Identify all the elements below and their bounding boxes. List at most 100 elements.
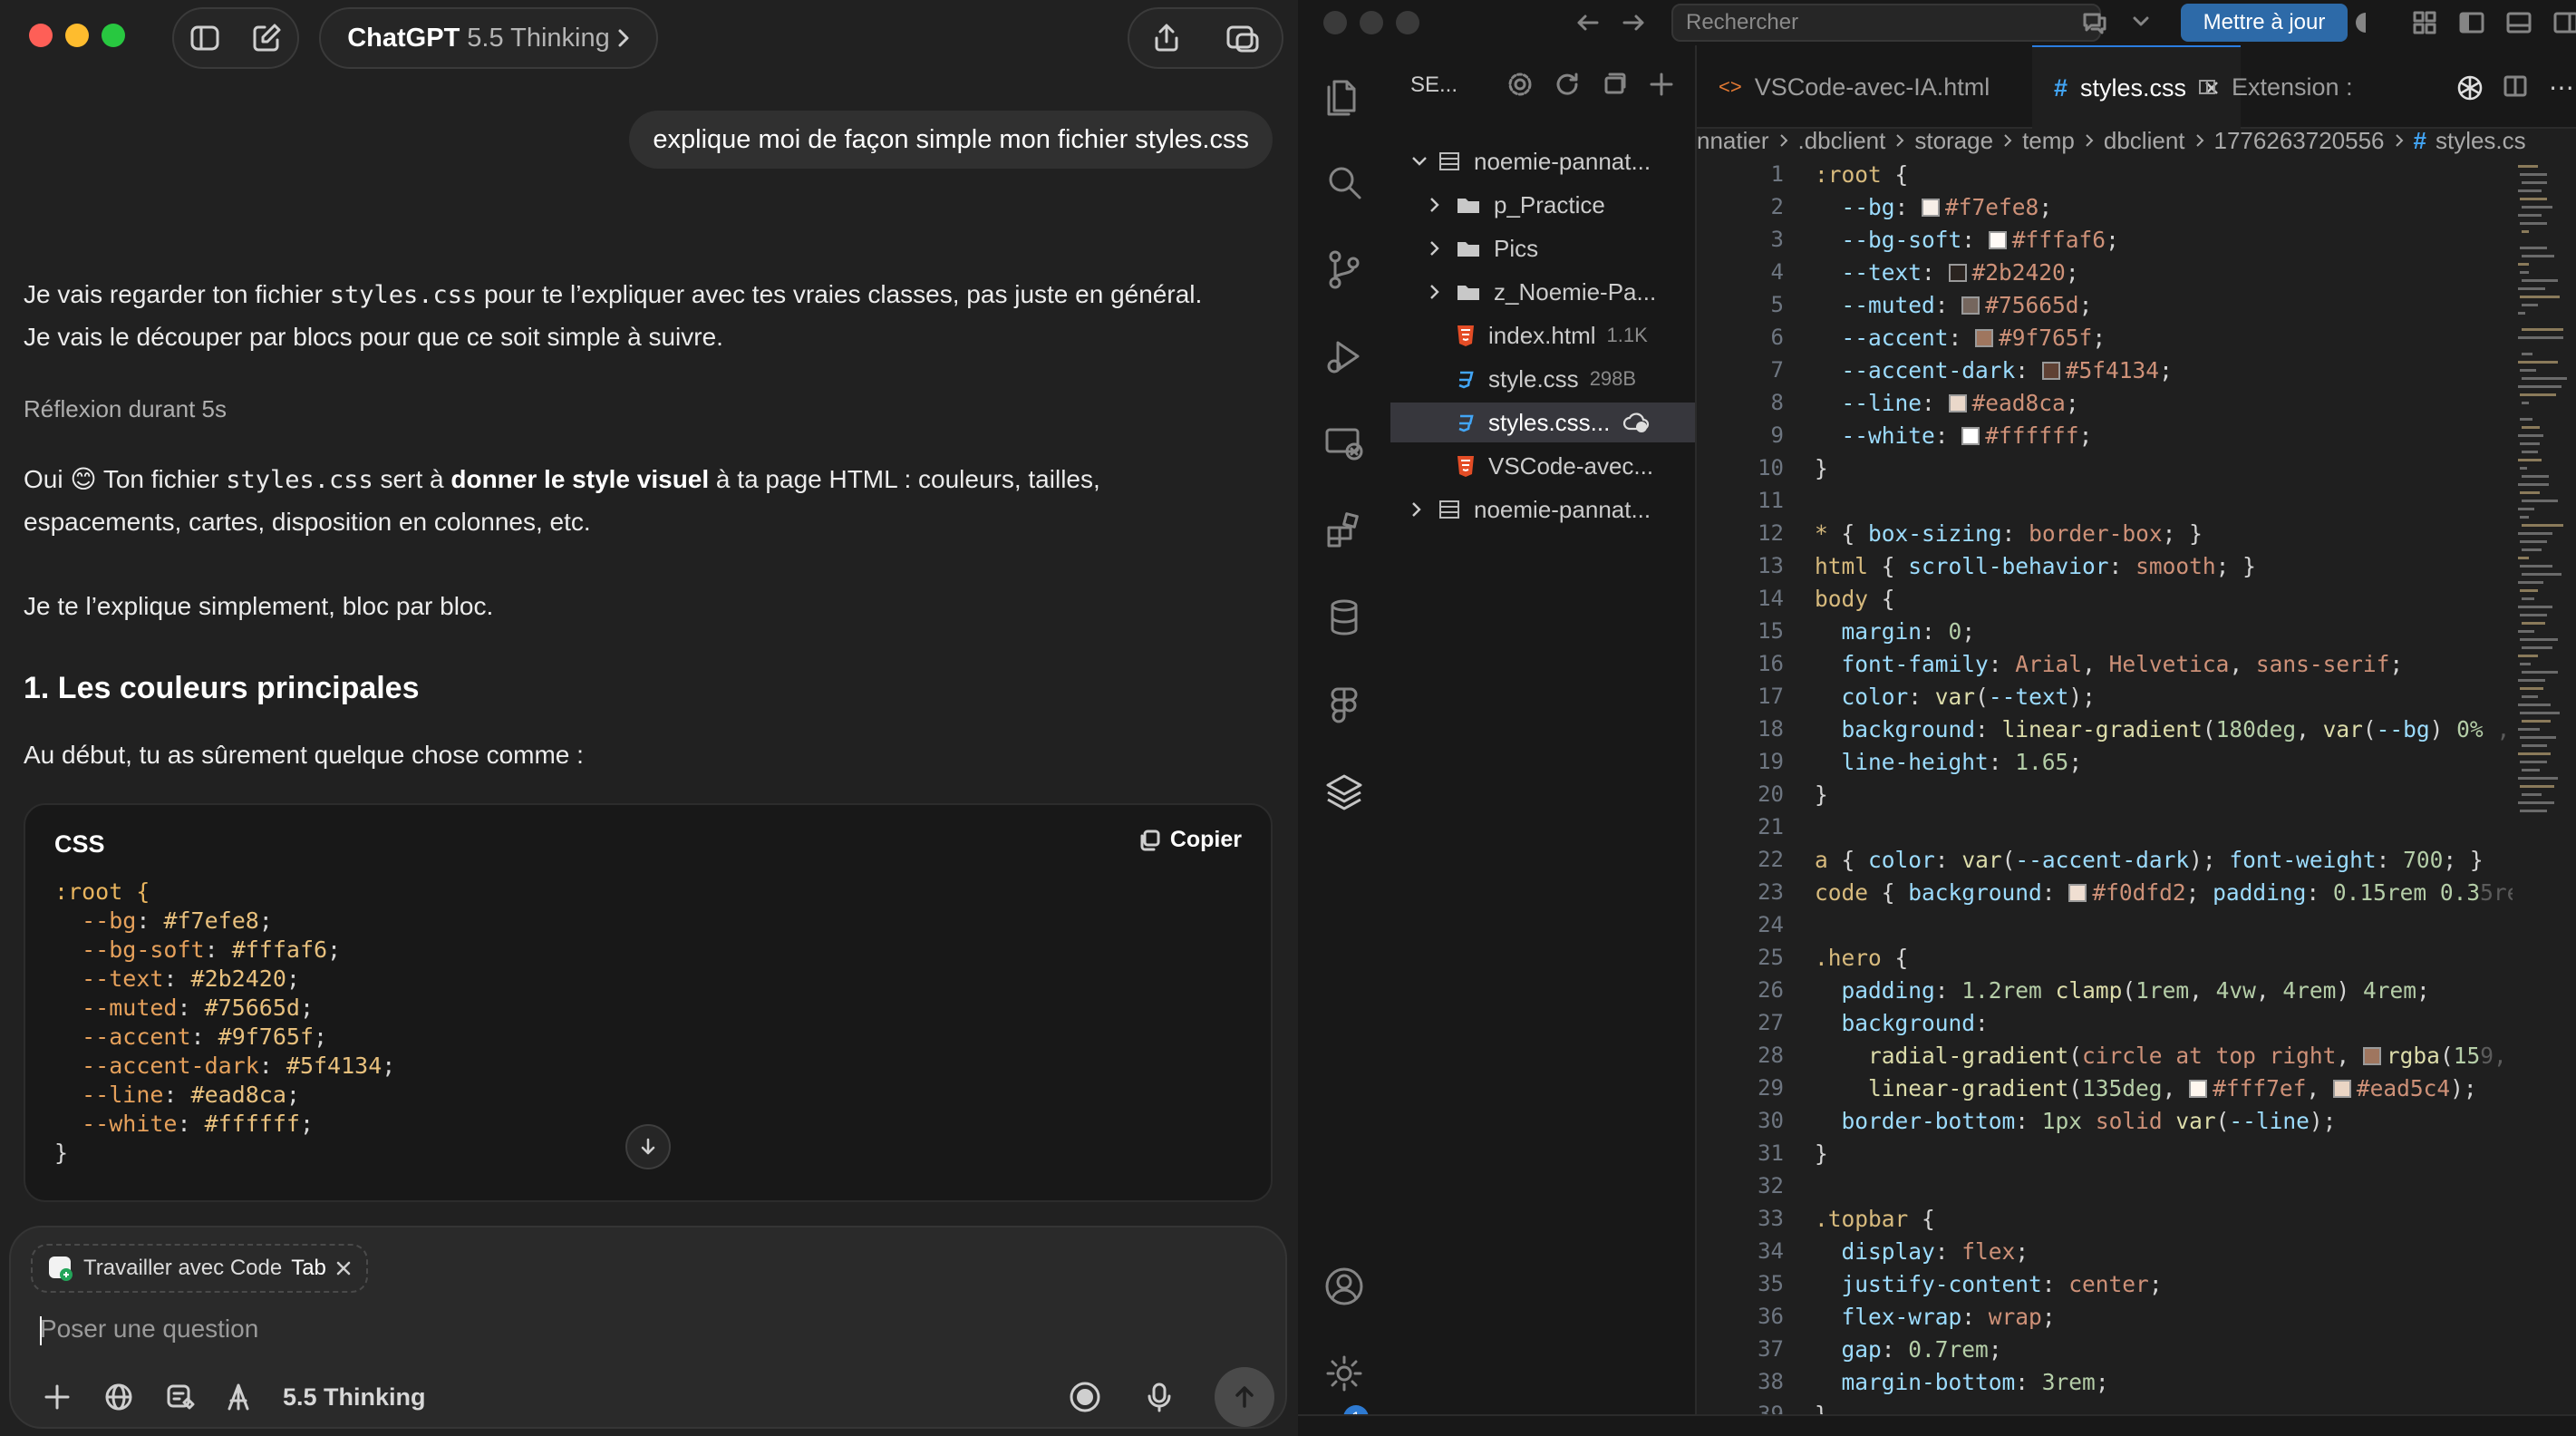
maximize-window-button[interactable] (1396, 11, 1419, 34)
toggle-panel-icon[interactable] (2505, 9, 2532, 36)
canvas-icon[interactable] (161, 1378, 199, 1416)
tree-item[interactable]: z_Noemie-Pa... (1390, 272, 1695, 312)
figma-icon[interactable] (1322, 682, 1367, 727)
code-line[interactable]: --accent-dark: #5f4134; (1815, 357, 2173, 383)
code-line[interactable]: --muted: #75665d; (1815, 292, 2093, 318)
layers-icon[interactable] (1322, 769, 1367, 814)
reasoning-toggle[interactable]: Réflexion durant 5s (24, 388, 1274, 430)
code-line[interactable]: color: var(--text); (1815, 684, 2096, 710)
tree-item[interactable]: styles.css... (1390, 403, 1695, 442)
code-line[interactable]: .topbar { (1815, 1206, 1935, 1232)
command-center-search[interactable]: Rechercher (1671, 4, 2101, 42)
maximize-window-button[interactable] (102, 24, 125, 47)
run-debug-icon[interactable] (1322, 334, 1367, 379)
manage-gear-icon[interactable] (1322, 1351, 1367, 1396)
breadcrumb-item[interactable]: temp (2022, 127, 2075, 155)
tree-item[interactable]: p_Practice (1390, 185, 1695, 225)
accounts-half-icon[interactable] (2353, 10, 2378, 35)
model-selector[interactable]: ChatGPT 5.5 Thinking (319, 7, 658, 69)
code-line[interactable]: .hero { (1815, 945, 1908, 971)
explorer-icon[interactable] (1322, 73, 1367, 118)
back-arrow-icon[interactable] (1575, 11, 1601, 34)
customize-layout-icon[interactable] (2411, 9, 2438, 36)
code-line[interactable]: } (1815, 1140, 1828, 1167)
open-in-window-icon[interactable] (1225, 22, 1261, 54)
code-line[interactable]: background: linear-gradient(180deg, var(… (1815, 716, 2513, 742)
code-context-chip[interactable]: Travailler avec Code Tab (31, 1244, 368, 1293)
code-line[interactable]: flex-wrap: wrap; (1815, 1304, 2056, 1330)
code-line[interactable]: margin: 0; (1815, 618, 1976, 645)
code-line[interactable]: padding: 1.2rem clamp(1rem, 4vw, 4rem) 4… (1815, 977, 2430, 1004)
refresh-icon[interactable] (1554, 71, 1581, 98)
color-swatch[interactable] (2068, 884, 2087, 902)
code-line[interactable]: font-family: Arial, Helvetica, sans-seri… (1815, 651, 2404, 677)
code-line[interactable]: radial-gradient(circle at top right, rgb… (1815, 1043, 2513, 1069)
voice-mode-icon[interactable] (1066, 1378, 1104, 1416)
code-line[interactable]: background: (1815, 1010, 1989, 1036)
close-chip-icon[interactable] (335, 1260, 352, 1276)
send-button[interactable] (1215, 1367, 1274, 1427)
message-input[interactable]: Poser une question (40, 1315, 258, 1345)
tree-item[interactable]: noemie-pannat... (1390, 141, 1695, 181)
tab-extension[interactable]: Extension : (2175, 45, 2384, 129)
code-line[interactable]: } (1815, 781, 1828, 808)
code-line[interactable]: --bg-soft: #fffaf6; (1815, 227, 2119, 253)
source-control-icon[interactable] (1322, 247, 1367, 292)
color-swatch[interactable] (2362, 1047, 2381, 1065)
code-line[interactable]: code { background: #f0dfd2; padding: 0.1… (1815, 879, 2513, 906)
code-line[interactable]: linear-gradient(135deg, #fff7ef, #ead5c4… (1815, 1075, 2477, 1101)
breadcrumb-item[interactable]: storage (1914, 127, 1993, 155)
code-line[interactable]: justify-content: center; (1815, 1271, 2163, 1297)
new-chat-icon[interactable] (250, 22, 283, 54)
account-icon[interactable] (1322, 1264, 1367, 1309)
code-line[interactable]: body { (1815, 586, 1895, 612)
split-editor-icon[interactable] (2502, 73, 2529, 100)
color-swatch[interactable] (1961, 296, 1980, 315)
color-swatch[interactable] (2189, 1080, 2208, 1098)
microphone-icon[interactable] (1140, 1378, 1178, 1416)
code-line[interactable]: --white: #ffffff; (1815, 422, 2093, 449)
code-line[interactable]: html { scroll-behavior: smooth; } (1815, 553, 2256, 579)
minimize-window-button[interactable] (65, 24, 89, 47)
code-line[interactable]: :root { (1815, 161, 1908, 188)
code-line[interactable]: } (1815, 455, 1828, 481)
color-swatch[interactable] (1948, 264, 1967, 282)
breadcrumb-item[interactable]: .dbclient (1798, 127, 1886, 155)
code-line[interactable]: --bg: #f7efe8; (1815, 194, 2053, 220)
minimap[interactable] (2513, 160, 2576, 885)
breadcrumb-item[interactable]: 1776263720556 (2214, 127, 2385, 155)
color-swatch[interactable] (1948, 394, 1967, 412)
share-icon[interactable] (1150, 22, 1183, 54)
code-line[interactable]: display: flex; (1815, 1238, 2029, 1265)
database-icon[interactable] (1322, 595, 1367, 640)
settings-gear-icon[interactable] (1506, 71, 1534, 98)
web-search-icon[interactable] (100, 1378, 138, 1416)
code-line[interactable]: margin-bottom: 3rem; (1815, 1369, 2109, 1395)
forward-arrow-icon[interactable] (1621, 11, 1646, 34)
remote-explorer-icon[interactable] (1322, 421, 1367, 466)
more-actions-icon[interactable]: ⋯ (2549, 73, 2574, 102)
tree-item[interactable]: VSCode-avec... (1390, 446, 1695, 486)
copy-code-button[interactable]: Copier (1138, 827, 1242, 853)
chevron-down-icon[interactable] (2132, 15, 2150, 29)
color-swatch[interactable] (2041, 362, 2060, 380)
extensions-icon[interactable] (1322, 508, 1367, 553)
add-icon[interactable] (1648, 71, 1675, 98)
sidebar-toggle-icon[interactable] (189, 22, 221, 54)
breadcrumb-item[interactable]: dbclient (2104, 127, 2185, 155)
attach-icon[interactable] (38, 1378, 76, 1416)
thinking-mode-selector[interactable]: 5.5 Thinking (283, 1383, 426, 1412)
modified-cloud-icon[interactable] (1622, 411, 1650, 434)
color-swatch[interactable] (1988, 231, 2007, 249)
tree-item[interactable]: noemie-pannat... (1390, 490, 1695, 529)
search-icon[interactable] (1322, 160, 1367, 205)
code-line[interactable]: --accent: #9f765f; (1815, 325, 2106, 351)
code-editor[interactable]: 1:root {2 --bg: #f7efe8; 3 --bg-soft: #ff… (1697, 160, 2513, 1436)
toggle-primary-sidebar-icon[interactable] (2458, 9, 2485, 36)
openai-logo-icon[interactable] (2455, 73, 2485, 103)
code-line[interactable]: a { color: var(--accent-dark); font-weig… (1815, 847, 2484, 873)
close-window-button[interactable] (29, 24, 53, 47)
code-line[interactable]: gap: 0.7rem; (1815, 1336, 2002, 1363)
collapse-all-icon[interactable] (1601, 71, 1628, 98)
tools-icon[interactable] (219, 1378, 257, 1416)
